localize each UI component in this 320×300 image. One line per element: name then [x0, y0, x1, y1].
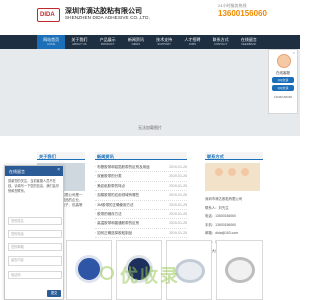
news-title: · 胶带的储存方法: [95, 211, 122, 216]
nav-feedback[interactable]: 在线留言 FEEDBACK: [235, 35, 263, 49]
child-figure-icon: [241, 168, 249, 176]
contact-person: 联系人：刘先生: [205, 205, 229, 210]
nav-label: 人才招聘: [184, 37, 201, 42]
qq-chat-button-2[interactable]: QQ交谈: [272, 85, 294, 91]
news-title: · 双面胶带的分类: [95, 174, 122, 179]
form-intro-text: 感谢您的关注，当前客服人员不在线，请填写一下您的信息，我们会尽快和您联系。: [8, 179, 59, 193]
phone-field-placeholder: 您的电话: [11, 232, 24, 236]
news-date: 2019-01-25: [169, 174, 187, 179]
email-field[interactable]: 您的邮箱: [8, 243, 62, 251]
news-list: · 布基胶带和铝箔胶带的区别及用途 2019-01-25 · 双面胶带的分类 201…: [95, 163, 187, 239]
nav-product[interactable]: 产品展示 PRODUCT: [94, 35, 122, 49]
tape-roll-icon: [225, 257, 255, 283]
watermark-logo-icon: [100, 266, 114, 280]
nav-label: 网站首页: [43, 37, 60, 42]
nav-about[interactable]: 关于我们 ABOUT US: [65, 35, 93, 49]
nav-label: 技术支持: [156, 37, 173, 42]
nav-sublabel: FEEDBACK: [241, 42, 257, 46]
nav-label: 产品展示: [99, 37, 116, 42]
email-field-placeholder: 您的邮箱: [11, 245, 24, 249]
about-section-header: 关于我们: [37, 152, 85, 160]
nav-label: 联系方式: [212, 37, 229, 42]
news-title: · 高温胶带和普通胶带的区别: [95, 221, 140, 226]
news-item[interactable]: · 高温胶带和普通胶带的区别 2019-01-25: [95, 219, 187, 229]
child-figure-icon: [215, 168, 223, 176]
close-icon[interactable]: ×: [293, 51, 295, 55]
company-name-en: SHENZHEN DIDA ADHESIVE CO.,LTD.: [65, 15, 150, 20]
nav-sublabel: JOBS: [188, 42, 197, 46]
contact-mobile: 手机：13600156060: [205, 222, 236, 227]
product-item[interactable]: [216, 240, 263, 300]
news-date: 2019-01-25: [169, 202, 187, 207]
qq-service-phone: 13600156060: [273, 95, 293, 99]
qq-chat-button[interactable]: QQ交谈: [272, 77, 294, 83]
news-date: 2019-01-25: [169, 165, 187, 169]
news-date: 2019-01-25: [169, 230, 187, 235]
submit-button[interactable]: 提交: [47, 290, 61, 297]
message-field-placeholder: 留言内容: [11, 258, 24, 262]
news-item[interactable]: · 3M胶带的正确使用方法 2019-01-25: [95, 201, 187, 210]
contact-company: 深圳市滴达胶粘有限公司: [205, 197, 243, 201]
news-item[interactable]: · 美纹纸胶带的特点 2019-01-25: [95, 182, 187, 192]
qq-service-widget: × 在线客服 QQ交谈 QQ交谈 13600156060: [268, 49, 298, 114]
child-figure-icon: [228, 168, 236, 176]
nav-jobs[interactable]: 人才招聘 JOBS: [178, 35, 206, 49]
news-date: 2019-01-25: [169, 221, 187, 226]
banner-placeholder-text: 无法加载图片: [138, 125, 162, 130]
nav-support[interactable]: 技术支持 SUPPORT: [150, 35, 178, 49]
nav-sublabel: PRODUCT: [100, 42, 115, 46]
nav-contact[interactable]: 联系方式 CONTACT: [207, 35, 235, 49]
contact-phone: 电话：13600156060: [205, 214, 236, 219]
nav-sublabel: NEWS: [131, 42, 141, 46]
nav-home[interactable]: 网站首页 HOME: [37, 35, 66, 49]
contact-section-header: 联系方式: [205, 152, 263, 160]
news-date: 2019-01-25: [169, 211, 187, 216]
captcha-field-placeholder: 验证码: [11, 273, 21, 277]
nav-sublabel: ABOUT US: [72, 42, 87, 46]
tape-roll-icon: [75, 255, 103, 283]
about-section-title[interactable]: 关于我们: [39, 154, 56, 160]
qq-service-label: 在线客服: [276, 71, 290, 75]
news-item[interactable]: · 双面胶带的分类 2019-01-25: [95, 172, 187, 182]
message-field[interactable]: 留言内容: [8, 256, 62, 266]
news-item[interactable]: · 胶带的储存方法 2019-01-25: [95, 210, 187, 220]
main-nav: 网站首页 HOME 关于我们 ABOUT US 产品展示 PRODUCT 新闻资讯 NE…: [0, 35, 300, 49]
watermark-text: 优收录: [120, 266, 180, 286]
service-avatar: [277, 54, 291, 68]
name-field[interactable]: 您的姓名: [8, 217, 62, 225]
captcha-field[interactable]: 验证码: [8, 271, 62, 279]
contact-image: [205, 163, 260, 191]
logo-text: DIDA: [40, 12, 55, 18]
news-title: · 如何正确选择胶粘制品: [95, 230, 133, 235]
form-title: 在线留言: [9, 168, 25, 174]
nav-sublabel: HOME: [46, 42, 56, 46]
hotline-number: 13600156060: [218, 9, 267, 18]
header: DIDA 深圳市滴达胶粘有限公司 SHENZHEN DIDA ADHESIVE …: [0, 0, 300, 34]
nav-news[interactable]: 新闻资讯 NEWS: [122, 35, 150, 49]
news-title: · 布基胶带和铝箔胶带的区别及用途: [95, 165, 150, 169]
name-field-placeholder: 您的姓名: [11, 219, 24, 223]
news-item[interactable]: · 泡棉胶带的应用领域有哪些 2019-01-25: [95, 191, 187, 201]
company-logo[interactable]: DIDA: [37, 8, 60, 22]
nav-label: 新闻资讯: [127, 37, 144, 42]
news-section-header: 新闻资讯: [95, 152, 187, 160]
contact-section-title[interactable]: 联系方式: [207, 154, 224, 160]
news-item[interactable]: · 布基胶带和铝箔胶带的区别及用途 2019-01-25: [95, 163, 187, 173]
news-item[interactable]: · 如何正确选择胶粘制品 2019-01-25: [95, 229, 187, 239]
nav-label: 关于我们: [71, 37, 88, 42]
news-date: 2019-01-25: [169, 193, 187, 198]
close-icon[interactable]: ×: [57, 168, 60, 173]
news-title: · 3M胶带的正确使用方法: [95, 202, 134, 207]
phone-field[interactable]: 您的电话: [8, 230, 62, 238]
banner: 无法加载图片: [0, 49, 300, 136]
message-form-panel: 在线留言 × 感谢您的关注，当前客服人员不在线，请填写一下您的信息，我们会尽快和…: [4, 165, 64, 300]
news-date: 2019-01-25: [169, 183, 187, 188]
news-title: · 美纹纸胶带的特点: [95, 183, 126, 188]
nav-sublabel: SUPPORT: [157, 42, 171, 46]
nav-sublabel: CONTACT: [213, 42, 228, 46]
contact-email: 邮箱：dida@163.com: [205, 231, 239, 236]
news-title: · 泡棉胶带的应用领域有哪些: [95, 193, 140, 198]
nav-label: 在线留言: [240, 37, 257, 42]
news-section-title[interactable]: 新闻资讯: [97, 154, 114, 160]
